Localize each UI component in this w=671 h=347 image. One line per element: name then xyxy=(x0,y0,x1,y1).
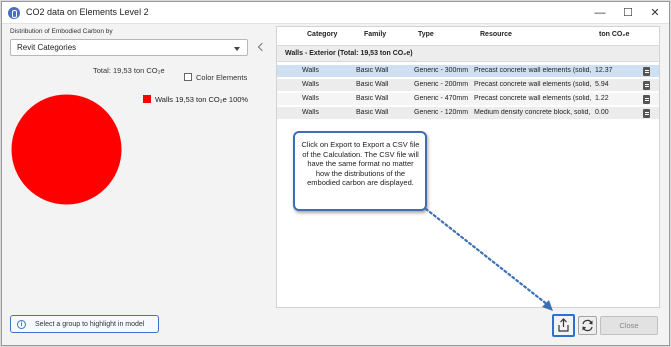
callout-arrow xyxy=(424,207,553,311)
table-row[interactable]: Walls Basic Wall Generic - 200mm Precast… xyxy=(277,79,659,92)
document-icon[interactable] xyxy=(643,81,650,90)
cell-resource: Medium density concrete block, solid, xyxy=(474,109,591,116)
cell-co2: 0.00 xyxy=(595,109,609,116)
cell-type: Generic - 470mm xyxy=(414,95,469,102)
close-button[interactable]: Close xyxy=(600,316,658,335)
refresh-button[interactable] xyxy=(578,316,597,335)
dropdown-value: Revit Categories xyxy=(17,43,77,52)
close-button-label: Close xyxy=(619,321,639,330)
legend-item-walls: Walls 19,53 ton CO₂e 100% xyxy=(155,95,249,104)
minimize-button[interactable]: — xyxy=(586,2,614,24)
app-icon xyxy=(8,7,20,19)
export-callout: Click on Export to Export a CSV file of … xyxy=(293,131,427,211)
cell-resource: Precast concrete wall elements (solid, xyxy=(474,95,592,102)
refresh-icon xyxy=(582,319,593,332)
cell-family: Basic Wall xyxy=(356,67,389,74)
color-elements-checkbox[interactable] xyxy=(184,73,192,81)
column-header-resource[interactable]: Resource xyxy=(480,31,512,38)
column-header-type[interactable]: Type xyxy=(418,31,434,38)
cell-type: Generic - 300mm xyxy=(414,67,469,74)
pie-chart[interactable] xyxy=(11,94,122,205)
highlight-hint: i Select a group to highlight in model xyxy=(10,315,159,333)
cell-type: Generic - 120mm xyxy=(414,109,469,116)
hint-text: Select a group to highlight in model xyxy=(35,321,145,328)
cell-category: Walls xyxy=(302,95,319,102)
table-row[interactable]: Walls Basic Wall Generic - 300mm Precast… xyxy=(277,65,659,78)
cell-family: Basic Wall xyxy=(356,95,389,102)
export-icon xyxy=(558,318,569,332)
callout-text: Click on Export to Export a CSV file of … xyxy=(301,140,420,187)
cell-co2: 5.94 xyxy=(595,81,609,88)
column-header-family[interactable]: Family xyxy=(364,31,386,38)
chevron-left-icon[interactable] xyxy=(257,42,267,52)
maximize-button[interactable]: ☐ xyxy=(614,2,642,24)
legend-swatch xyxy=(143,95,151,103)
table-row[interactable]: Walls Basic Wall Generic - 120mm Medium … xyxy=(277,107,659,120)
document-icon[interactable] xyxy=(643,95,650,104)
document-icon[interactable] xyxy=(643,109,650,118)
cell-family: Basic Wall xyxy=(356,81,389,88)
cell-category: Walls xyxy=(302,81,319,88)
title-bar: CO2 data on Elements Level 2 — ☐ ✕ xyxy=(2,2,669,24)
color-elements-label: Color Elements xyxy=(196,73,248,82)
cell-category: Walls xyxy=(302,67,319,74)
cell-family: Basic Wall xyxy=(356,109,389,116)
cell-resource: Precast concrete wall elements (solid, xyxy=(474,67,592,74)
cell-co2: 1.22 xyxy=(595,95,609,102)
close-window-button[interactable]: ✕ xyxy=(641,2,669,24)
distribution-panel: Distribution of Embodied Carbon by Revit… xyxy=(7,26,269,308)
cell-co2: 12.37 xyxy=(595,67,613,74)
column-header-co2[interactable]: ton CO₂e xyxy=(599,31,629,38)
distribution-label: Distribution of Embodied Carbon by xyxy=(10,28,113,35)
info-icon: i xyxy=(17,320,26,329)
document-icon[interactable] xyxy=(643,67,650,76)
group-label: Walls - Exterior (Total: 19,53 ton CO₂e) xyxy=(285,50,413,57)
distribution-dropdown[interactable]: Revit Categories xyxy=(10,39,248,56)
window-title: CO2 data on Elements Level 2 xyxy=(26,7,149,17)
table-row[interactable]: Walls Basic Wall Generic - 470mm Precast… xyxy=(277,93,659,106)
cell-resource: Precast concrete wall elements (solid, xyxy=(474,81,592,88)
chevron-down-icon xyxy=(234,47,240,51)
cell-category: Walls xyxy=(302,109,319,116)
group-row-walls-exterior[interactable]: Walls - Exterior (Total: 19,53 ton CO₂e) xyxy=(277,45,659,62)
pie-slice-walls[interactable] xyxy=(11,94,122,205)
export-button[interactable] xyxy=(552,314,575,337)
chart-total-label: Total: 19,53 ton CO₂e xyxy=(93,66,165,75)
cell-type: Generic - 200mm xyxy=(414,81,469,88)
column-header-category[interactable]: Category xyxy=(307,31,337,38)
